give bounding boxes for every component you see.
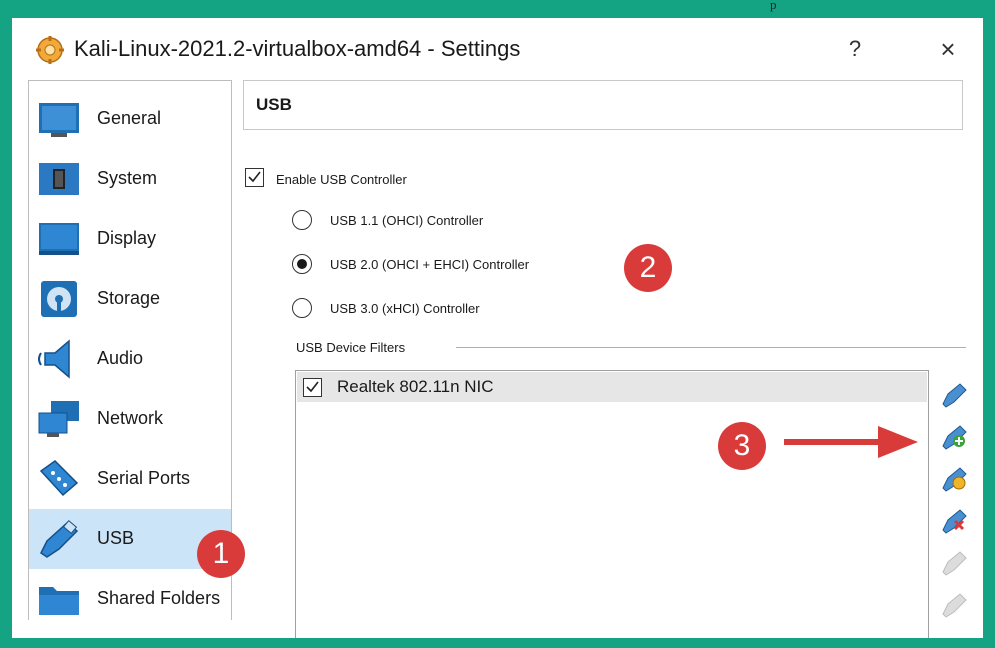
sidebar-item-system[interactable]: System (29, 149, 231, 209)
usb-2-0-label: USB 2.0 (OHCI + EHCI) Controller (330, 257, 530, 272)
sidebar-item-label: General (97, 108, 162, 128)
sidebar-item-label: Serial Ports (97, 468, 191, 488)
usb-3-0-radio[interactable] (292, 298, 312, 318)
usb-edit-filter-icon[interactable] (940, 464, 968, 492)
usb-device-filters-label: USB Device Filters (296, 340, 406, 355)
storage-icon (41, 281, 77, 317)
sidebar-item-display[interactable]: Display (29, 209, 231, 269)
sidebar-item-storage[interactable]: Storage (29, 269, 231, 329)
checkmark-icon (306, 381, 319, 393)
filter-checkbox[interactable] (303, 378, 322, 397)
sidebar-item-shared-folders[interactable]: Shared Folders (29, 569, 231, 629)
network-icon (38, 401, 79, 437)
usb-remove-filter-icon[interactable] (940, 506, 968, 534)
sidebar-item-serial-ports[interactable]: Serial Ports (29, 449, 231, 509)
usb-1-1-radio[interactable] (292, 210, 312, 230)
usb-2-0-radio[interactable] (292, 254, 312, 274)
usb-add-empty-filter-icon[interactable] (940, 380, 968, 408)
virtualbox-gear-icon (36, 36, 64, 64)
serial-ports-icon (39, 460, 79, 497)
filter-label: Realtek 802.11n NIC (337, 377, 494, 396)
display-icon (39, 223, 79, 255)
title-bar: Kali-Linux-2021.2-virtualbox-amd64 - Set… (12, 18, 983, 80)
enable-usb-label: Enable USB Controller (276, 172, 407, 187)
usb-1-1-label: USB 1.1 (OHCI) Controller (330, 213, 484, 228)
system-icon (39, 163, 79, 195)
checkmark-icon (248, 171, 261, 183)
usb-icon (40, 520, 79, 558)
sidebar-item-label: Storage (97, 288, 161, 308)
sidebar-item-label: Audio (97, 348, 144, 368)
general-icon (39, 103, 79, 137)
shared-folders-icon (39, 587, 79, 615)
audio-icon (38, 339, 70, 379)
settings-window: Kali-Linux-2021.2-virtualbox-amd64 - Set… (12, 18, 983, 638)
enable-usb-checkbox[interactable] (245, 168, 264, 187)
help-button[interactable]: ? (838, 32, 872, 66)
annotation-badge-3: 3 (718, 422, 766, 470)
usb-move-up-icon[interactable] (940, 548, 968, 576)
close-button[interactable]: × (928, 32, 968, 66)
page-title: USB (256, 95, 292, 114)
sidebar-item-label: System (97, 168, 158, 188)
section-header: USB (243, 80, 963, 130)
usb-filter-list[interactable]: Realtek 802.11n NIC (295, 370, 929, 638)
sidebar-item-label: Network (97, 408, 164, 428)
annotation-arrow-icon (784, 426, 918, 458)
annotation-badge-1: 1 (197, 530, 245, 578)
sidebar-item-label: Shared Folders (97, 588, 221, 608)
usb-move-down-icon[interactable] (940, 590, 968, 618)
cropped-text: p (770, 0, 777, 12)
sidebar-item-label: USB (97, 528, 135, 548)
usb-3-0-label: USB 3.0 (xHCI) Controller (330, 301, 480, 316)
usb-add-device-filter-icon[interactable] (940, 422, 968, 450)
window-title: Kali-Linux-2021.2-virtualbox-amd64 - Set… (74, 36, 521, 61)
annotation-badge-2: 2 (624, 244, 672, 292)
filter-row[interactable]: Realtek 802.11n NIC (297, 372, 927, 402)
sidebar-item-audio[interactable]: Audio (29, 329, 231, 389)
sidebar-item-general[interactable]: General (29, 89, 231, 149)
sidebar-item-network[interactable]: Network (29, 389, 231, 449)
group-divider (456, 347, 966, 348)
sidebar-item-label: Display (97, 228, 157, 248)
